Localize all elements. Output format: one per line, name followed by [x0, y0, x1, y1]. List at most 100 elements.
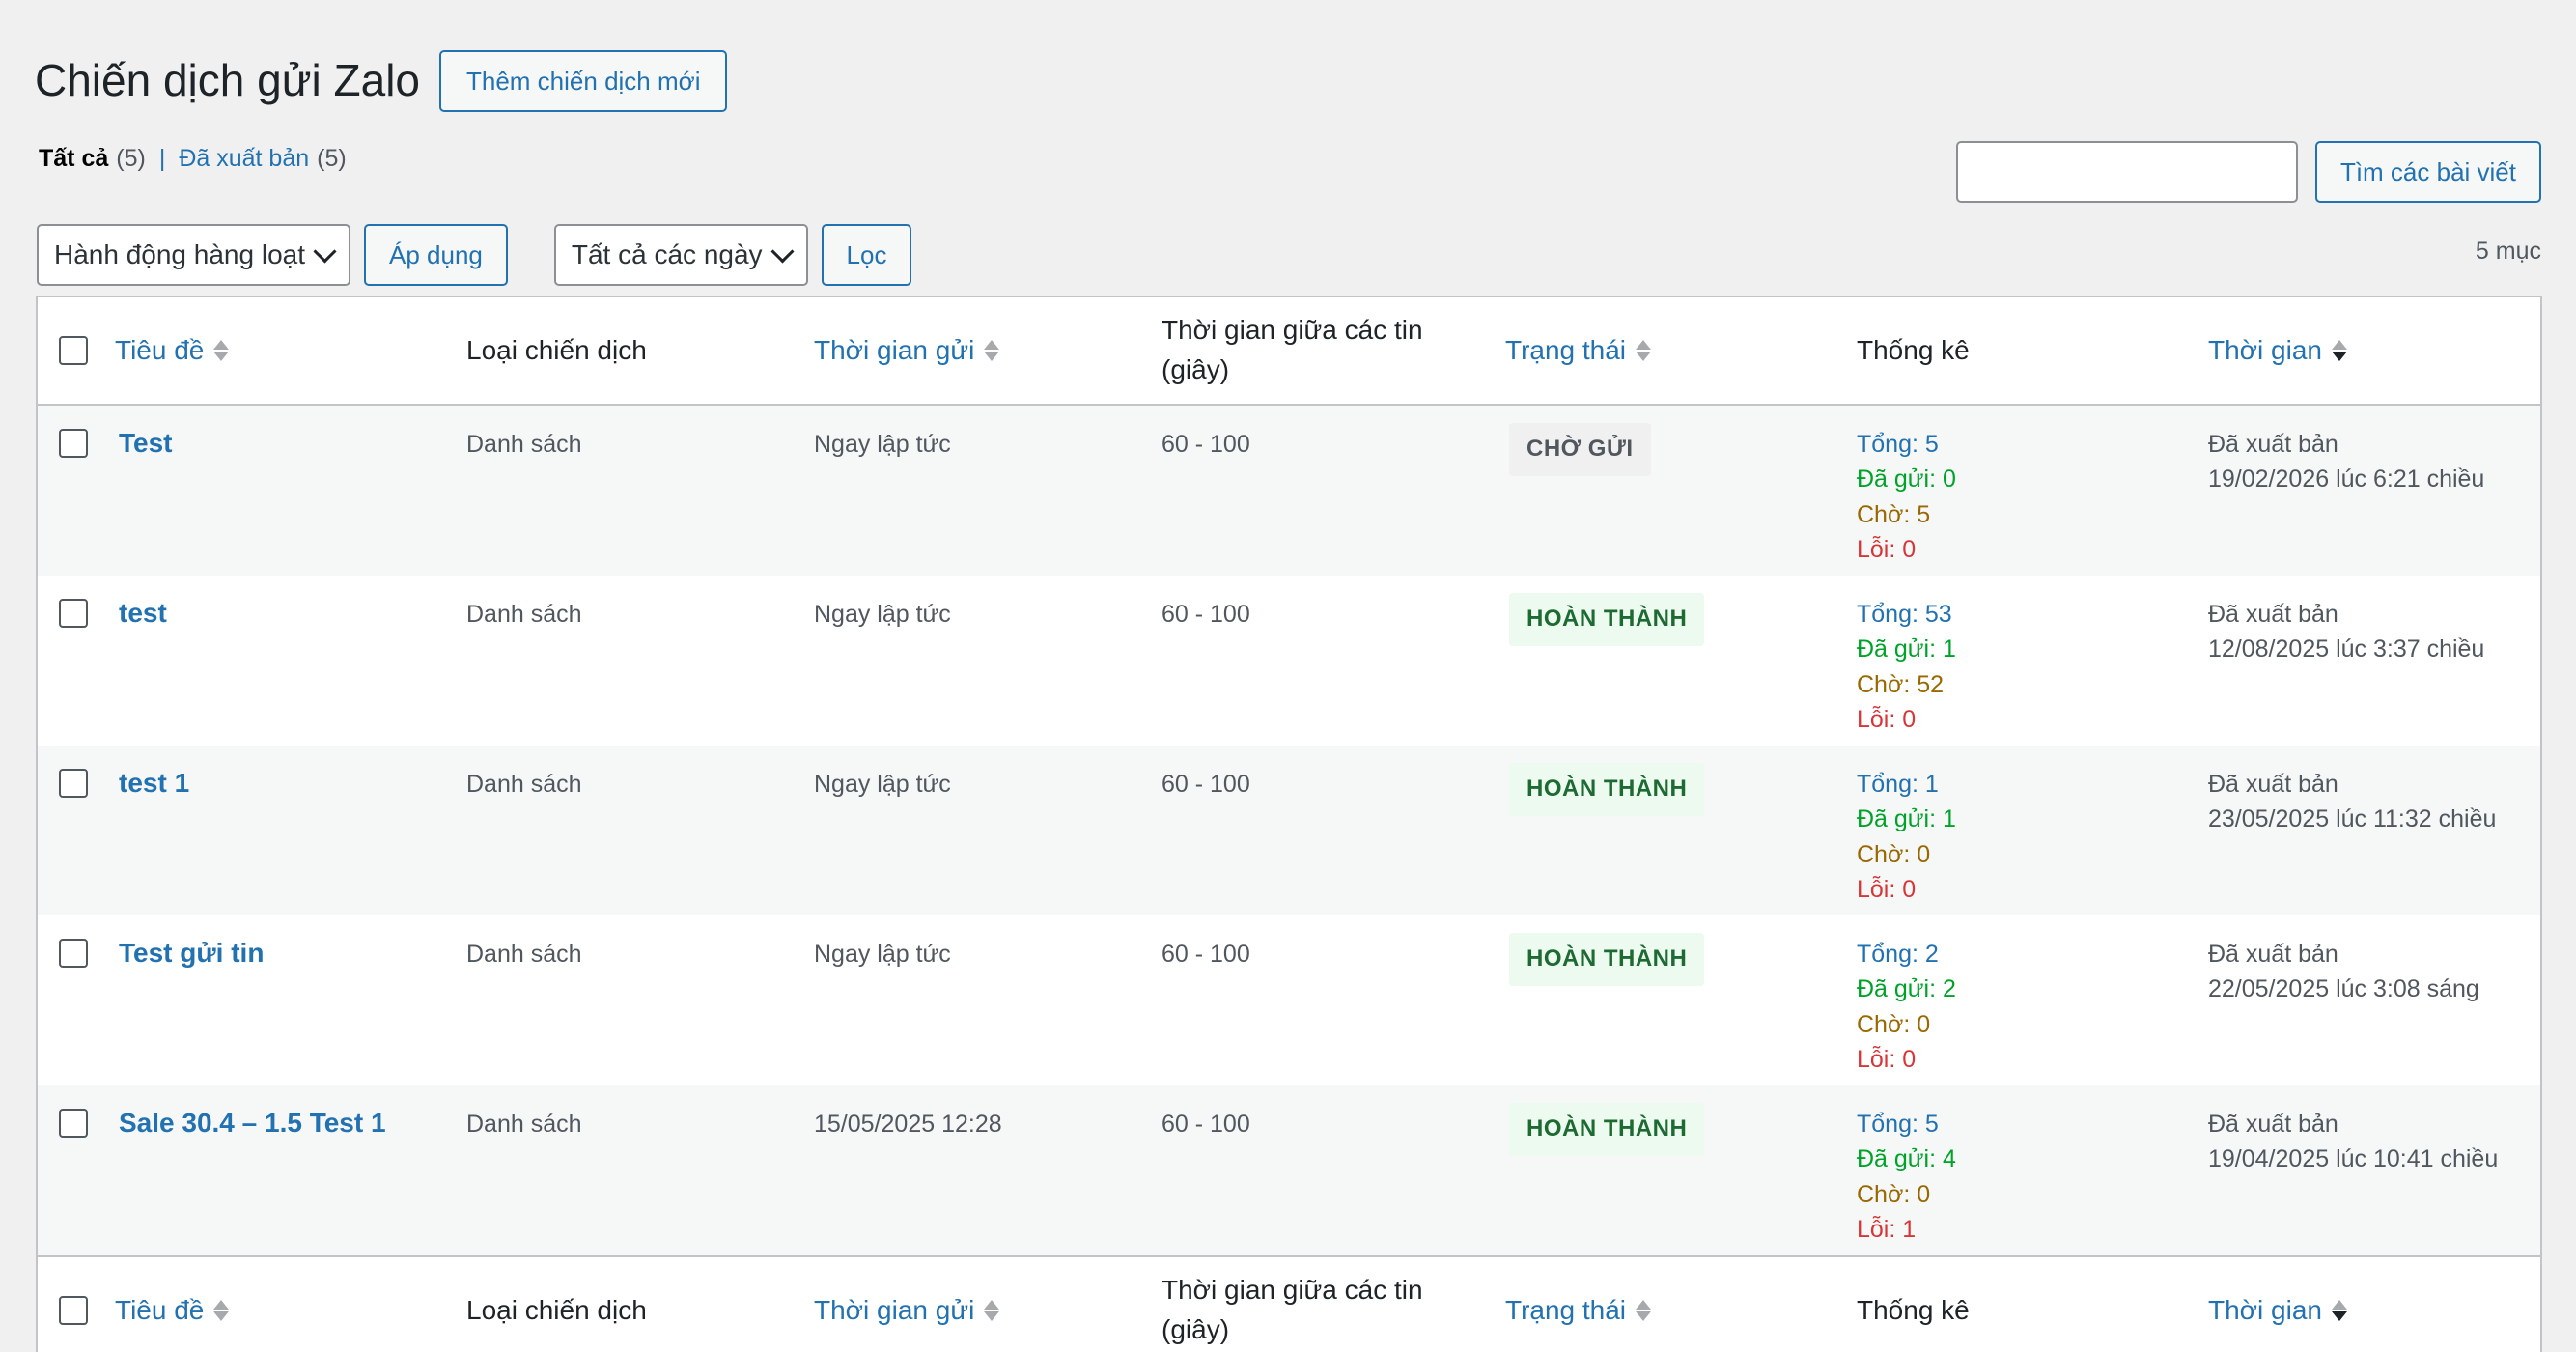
row-checkbox[interactable]: [59, 769, 88, 798]
column-title-label: Tiêu đề: [115, 1294, 205, 1325]
campaign-interval: 60 - 100: [1162, 1111, 1250, 1138]
bulk-action-selected: Hành động hàng loạt: [54, 239, 305, 269]
apply-button[interactable]: Áp dụng: [364, 224, 508, 286]
chevron-down-icon: [313, 239, 337, 264]
campaign-date: Đã xuất bản 22/05/2025 lúc 3:08 sáng: [2208, 915, 2540, 1007]
page-header: Chiến dịch gửi Zalo Thêm chiến dịch mới: [35, 50, 728, 112]
campaign-send-time: Ngay lập tức: [814, 771, 951, 798]
row-checkbox[interactable]: [59, 1109, 88, 1138]
date-filter-select[interactable]: Tất cả các ngày: [553, 224, 808, 286]
column-send-time-header[interactable]: Thời gian gửi: [814, 331, 1162, 371]
sort-icon: [1636, 1300, 1652, 1321]
column-interval-label: Thời gian giữa các tin (giây): [1162, 315, 1423, 384]
table-row: Test gửi tin Danh sách Ngay lập tức 60 -…: [38, 915, 2540, 1085]
stat-total: Tổng: 2: [1857, 941, 1939, 968]
campaign-date: Đã xuất bản 19/04/2025 lúc 10:41 chiều: [2208, 1085, 2540, 1177]
items-count: 5 mục: [2475, 238, 2541, 265]
row-checkbox[interactable]: [59, 599, 88, 628]
sort-icon: [1636, 340, 1652, 361]
row-checkbox[interactable]: [59, 429, 88, 458]
column-status-header[interactable]: Trạng thái: [1505, 331, 1857, 371]
campaign-type: Danh sách: [466, 771, 582, 798]
publish-datetime: 19/04/2025 lúc 10:41 chiều: [2208, 1145, 2499, 1173]
campaign-send-time: Ngay lập tức: [814, 601, 951, 628]
campaign-interval: 60 - 100: [1162, 771, 1250, 798]
search-input[interactable]: [1955, 141, 2298, 203]
column-status-label: Trạng thái: [1505, 334, 1627, 365]
row-checkbox[interactable]: [59, 939, 88, 968]
stat-waiting: Chờ: 52: [1857, 670, 1945, 698]
table-body: Test Danh sách Ngay lập tức 60 - 100 CHỜ…: [38, 406, 2540, 1255]
campaign-stats: Tổng: 5 Đã gửi: 4 Chờ: 0 Lỗi: 1: [1857, 1085, 2208, 1247]
select-all-checkbox-footer[interactable]: [59, 1296, 88, 1325]
column-type-header: Loại chiến dịch: [466, 334, 647, 365]
campaign-title-link[interactable]: Test: [119, 424, 173, 464]
row-checkbox-cell: [38, 406, 115, 458]
column-status-label: Trạng thái: [1505, 1294, 1627, 1325]
view-all-link[interactable]: Tất cả: [39, 145, 108, 173]
column-send-time-label: Thời gian gửi: [814, 1294, 975, 1325]
column-status-footer[interactable]: Trạng thái: [1505, 1291, 1857, 1331]
select-all-checkbox[interactable]: [59, 336, 88, 365]
campaign-type: Danh sách: [466, 1111, 582, 1138]
campaigns-table: Tiêu đề Loại chiến dịch Thời gian gửi Th…: [36, 296, 2542, 1352]
campaign-title-link[interactable]: Sale 30.4 – 1.5 Test 1: [119, 1104, 386, 1143]
add-new-campaign-button[interactable]: Thêm chiến dịch mới: [439, 50, 728, 112]
filter-button[interactable]: Lọc: [821, 224, 912, 286]
column-interval-header: Thời gian giữa các tin (giây): [1162, 311, 1505, 389]
campaign-title-link[interactable]: Test gửi tin: [119, 934, 264, 973]
campaign-interval: 60 - 100: [1162, 601, 1250, 628]
search-box: Tìm các bài viết: [1955, 141, 2541, 203]
view-filters: Tất cả (5) | Đã xuất bản (5): [39, 145, 347, 173]
column-stats-footer: Thống kê: [1857, 1294, 1970, 1325]
stat-total: Tổng: 53: [1857, 601, 1952, 628]
column-interval-label: Thời gian giữa các tin (giây): [1162, 1275, 1423, 1344]
campaign-title-link[interactable]: test: [119, 594, 167, 634]
publish-status: Đã xuất bản: [2208, 431, 2338, 458]
publish-datetime: 22/05/2025 lúc 3:08 sáng: [2208, 975, 2479, 1003]
sort-icon: [213, 1300, 230, 1321]
column-title-header[interactable]: Tiêu đề: [115, 331, 466, 371]
page: Chiến dịch gửi Zalo Thêm chiến dịch mới …: [0, 0, 2576, 1352]
table-footer: Tiêu đề Loại chiến dịch Thời gian gửi Th…: [38, 1255, 2540, 1352]
campaign-type: Danh sách: [466, 601, 582, 628]
publish-status: Đã xuất bản: [2208, 601, 2338, 628]
page-title: Chiến dịch gửi Zalo: [35, 55, 420, 106]
campaign-send-time: Ngay lập tức: [814, 431, 951, 458]
header-checkbox-cell: [38, 336, 115, 365]
campaign-stats: Tổng: 2 Đã gửi: 2 Chờ: 0 Lỗi: 0: [1857, 915, 2208, 1077]
stat-waiting: Chờ: 5: [1857, 500, 1931, 528]
search-button[interactable]: Tìm các bài viết: [2314, 141, 2541, 203]
campaign-date: Đã xuất bản 12/08/2025 lúc 3:37 chiều: [2208, 576, 2540, 667]
stat-waiting: Chờ: 0: [1857, 840, 1931, 868]
stat-errors: Lỗi: 0: [1857, 875, 1917, 903]
column-date-label: Thời gian: [2208, 1294, 2322, 1325]
view-published-count: (5): [317, 145, 347, 172]
column-date-header[interactable]: Thời gian: [2208, 331, 2540, 371]
column-date-footer[interactable]: Thời gian: [2208, 1291, 2540, 1331]
campaign-interval: 60 - 100: [1162, 431, 1250, 458]
campaign-send-time: 15/05/2025 12:28: [814, 1111, 1002, 1138]
column-type-footer: Loại chiến dịch: [466, 1294, 647, 1325]
column-interval-footer: Thời gian giữa các tin (giây): [1162, 1271, 1505, 1349]
column-send-time-footer[interactable]: Thời gian gửi: [814, 1291, 1162, 1331]
column-title-footer[interactable]: Tiêu đề: [115, 1291, 466, 1331]
stat-sent: Đã gửi: 1: [1857, 635, 1956, 663]
column-title-label: Tiêu đề: [115, 334, 205, 365]
publish-status: Đã xuất bản: [2208, 941, 2338, 968]
table-row: test 1 Danh sách Ngay lập tức 60 - 100 H…: [38, 746, 2540, 915]
chevron-down-icon: [770, 239, 795, 264]
stat-errors: Lỗi: 0: [1857, 535, 1917, 563]
campaign-stats: Tổng: 53 Đã gửi: 1 Chờ: 52 Lỗi: 0: [1857, 576, 2208, 737]
campaign-type: Danh sách: [466, 431, 582, 458]
table-header: Tiêu đề Loại chiến dịch Thời gian gửi Th…: [38, 297, 2540, 406]
sort-desc-icon: [2331, 1300, 2347, 1321]
column-stats-header: Thống kê: [1857, 334, 1970, 365]
bulk-action-select[interactable]: Hành động hàng loạt: [37, 224, 350, 286]
campaign-date: Đã xuất bản 23/05/2025 lúc 11:32 chiều: [2208, 746, 2540, 837]
footer-checkbox-cell: [38, 1296, 115, 1325]
publish-status: Đã xuất bản: [2208, 1111, 2338, 1138]
view-published-link[interactable]: Đã xuất bản: [179, 145, 309, 173]
publish-datetime: 19/02/2026 lúc 6:21 chiều: [2208, 465, 2485, 493]
campaign-title-link[interactable]: test 1: [119, 764, 189, 803]
